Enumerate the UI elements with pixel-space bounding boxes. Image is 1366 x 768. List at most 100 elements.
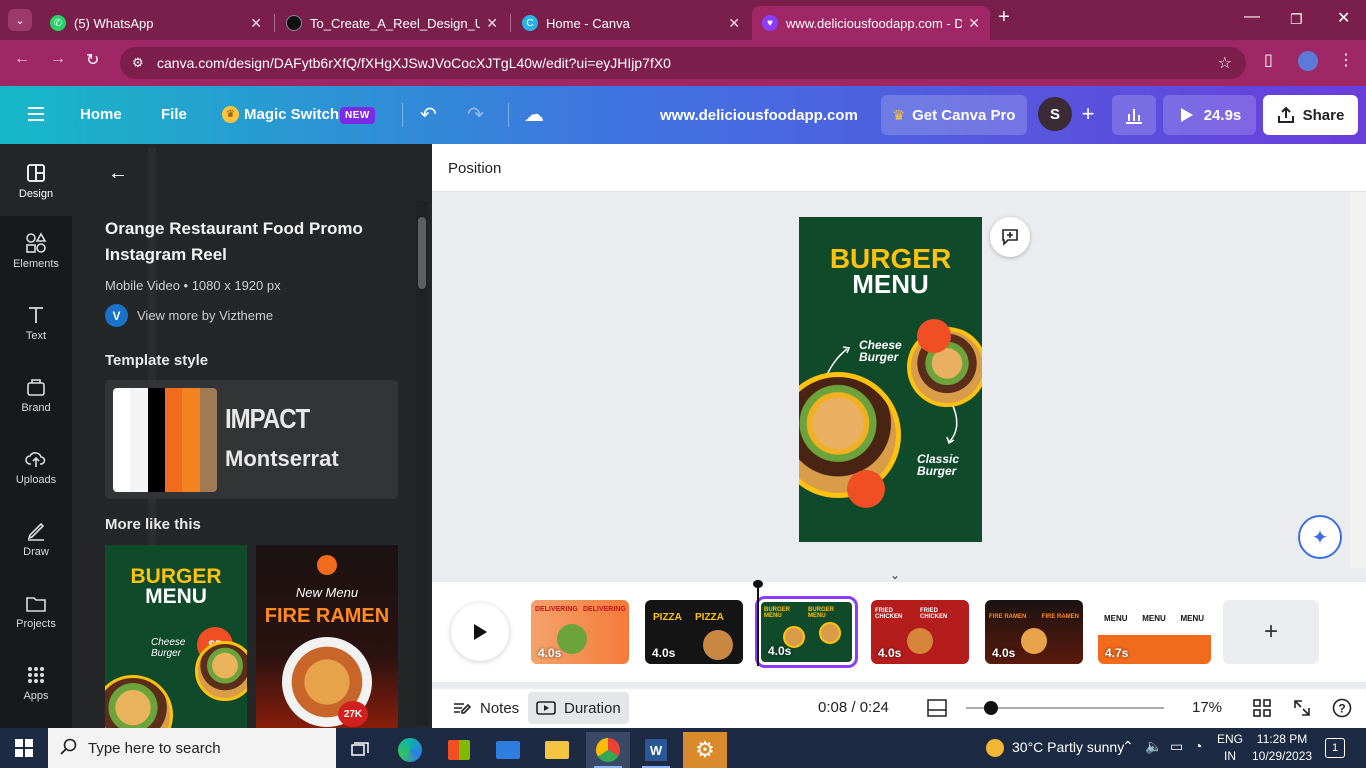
panel-scrollbar[interactable] (416, 201, 428, 725)
template-thumbnail-ramen[interactable]: New Menu FIRE RAMEN 27K (256, 545, 398, 729)
bookmark-star-icon[interactable]: ☆ (1218, 53, 1232, 73)
fullscreen-icon[interactable] (1293, 699, 1311, 717)
url-field[interactable]: ⚙ canva.com/design/DAFytb6rXfQ/fXHgXJSwJ… (120, 47, 1246, 79)
weather-widget[interactable]: 30°C Partly sunny (986, 739, 1124, 758)
help-icon[interactable]: ? (1332, 698, 1352, 718)
new-tab-button[interactable]: + (998, 6, 1010, 29)
back-icon[interactable]: ← (14, 50, 30, 68)
tab-github[interactable]: To_Create_A_Reel_Design_Usin ✕ (276, 6, 508, 40)
context-toolbar: Position (432, 144, 1366, 192)
tab-whatsapp[interactable]: ✆ (5) WhatsApp ✕ (40, 6, 272, 40)
playhead[interactable] (753, 580, 763, 666)
close-icon[interactable]: ✕ (968, 15, 980, 32)
share-button[interactable]: Share (1263, 95, 1358, 135)
page-view-icon[interactable] (927, 699, 947, 717)
settings-icon[interactable]: ⚙ (683, 732, 727, 768)
color-palette[interactable] (113, 388, 217, 492)
menu-icon[interactable] (28, 107, 44, 125)
notification-icon[interactable]: 1 (1325, 738, 1345, 758)
restore-icon[interactable]: ❐ (1290, 11, 1303, 28)
rail-item-apps[interactable]: Apps (0, 664, 72, 702)
timeline-clip-selected[interactable]: BURGER MENU BURGER MENU 4.0s (755, 596, 858, 668)
timeline-clip[interactable]: FRIED CHICKEN FRIED CHICKEN 4.0s (871, 600, 969, 664)
tab-canva-home[interactable]: C Home - Canva ✕ (512, 6, 750, 40)
design-canvas[interactable]: BURGER MENU Cheese Burger Classic Burger (799, 217, 982, 542)
profile-icon[interactable] (1298, 51, 1318, 71)
task-view-icon[interactable] (338, 732, 382, 768)
volume-icon[interactable]: 🔈 (1145, 738, 1162, 755)
redo-icon[interactable]: ↷ (467, 102, 484, 127)
rail-item-draw[interactable]: Draw (0, 520, 72, 558)
duration-button[interactable]: Duration (528, 692, 629, 724)
wifi-icon[interactable]: ◔ (1194, 738, 1202, 754)
store-icon[interactable] (437, 732, 481, 768)
rail-item-elements[interactable]: Elements (0, 232, 72, 270)
sidepanel-icon[interactable]: ▯ (1264, 50, 1273, 70)
avatar[interactable]: S (1038, 97, 1072, 131)
mail-icon[interactable] (486, 732, 530, 768)
zoom-slider-knob[interactable] (984, 701, 998, 715)
site-info-icon[interactable]: ⚙ (132, 55, 144, 71)
windows-start-icon[interactable] (15, 739, 33, 757)
reload-icon[interactable]: ↻ (86, 50, 99, 70)
magic-assistant-button[interactable]: ✦ (1298, 515, 1342, 559)
author-link[interactable]: View more by Viztheme (137, 308, 273, 323)
cloud-saved-icon[interactable]: ☁ (524, 102, 544, 127)
back-arrow-icon[interactable]: ← (108, 162, 128, 185)
clip-caption: PIZZA (653, 612, 682, 623)
word-icon[interactable]: W (634, 732, 678, 768)
orange-dot[interactable] (917, 319, 951, 353)
close-icon[interactable]: ✕ (728, 15, 740, 32)
close-icon[interactable]: ✕ (250, 15, 262, 32)
close-window-icon[interactable]: ✕ (1337, 8, 1350, 28)
add-collaborator-icon[interactable]: + (1072, 97, 1104, 131)
timeline-clip[interactable]: FIRE RAMEN FIRE RAMEN 4.0s (985, 600, 1083, 664)
rail-item-design[interactable]: Design (0, 144, 72, 216)
chevron-down-icon[interactable]: ⌄ (890, 568, 900, 582)
rail-item-brand[interactable]: Brand (0, 376, 72, 414)
insights-button[interactable] (1112, 95, 1156, 135)
network-icon[interactable]: ▭ (1170, 738, 1183, 755)
workspace-scrollbar-horizontal[interactable]: ⌄ (432, 568, 1350, 582)
minimize-icon[interactable]: — (1244, 8, 1260, 26)
play-presentation-button[interactable]: 24.9s (1163, 95, 1256, 135)
file-explorer-icon[interactable] (535, 732, 579, 768)
add-page-button[interactable]: + (1223, 600, 1319, 664)
undo-icon[interactable]: ↶ (420, 102, 437, 127)
grid-view-icon[interactable] (1253, 699, 1271, 717)
zoom-percentage[interactable]: 17% (1192, 699, 1222, 716)
rail-item-uploads[interactable]: Uploads (0, 448, 72, 486)
workspace-scrollbar-vertical[interactable] (1350, 192, 1366, 568)
rail-item-projects[interactable]: Projects (0, 592, 72, 630)
zoom-slider[interactable] (966, 701, 1164, 715)
magic-switch-button[interactable]: Magic Switch (244, 106, 339, 123)
forward-icon[interactable]: → (50, 50, 66, 68)
get-canva-pro-button[interactable]: ♛ Get Canva Pro (881, 95, 1027, 135)
taskbar-search[interactable]: Type here to search (48, 728, 336, 768)
orange-dot[interactable] (847, 470, 885, 508)
file-menu[interactable]: File (161, 106, 187, 123)
timeline-play-button[interactable] (451, 603, 509, 661)
timeline-clip[interactable]: DELIVERING DELIVERING 4.0s (531, 600, 629, 664)
add-comment-button[interactable] (990, 217, 1030, 257)
language-indicator[interactable]: ENG IN (1217, 731, 1243, 765)
svg-text:?: ? (1338, 702, 1345, 716)
clock[interactable]: 11:28 PM 10/29/2023 (1252, 731, 1312, 765)
tab-search-button[interactable]: ⌄ (8, 9, 32, 31)
rail-item-text[interactable]: Text (0, 304, 72, 342)
more-menu-icon[interactable]: ⋮ (1338, 50, 1354, 70)
chrome-icon[interactable] (586, 732, 630, 768)
chevron-up-icon[interactable]: ⌃ (1122, 738, 1134, 755)
home-button[interactable]: Home (80, 106, 122, 123)
template-style-card[interactable]: IMPACT Montserrat (105, 380, 398, 499)
tab-canva-design[interactable]: ♥ www.deliciousfoodapp.com - D ✕ (752, 6, 990, 40)
timeline-clip[interactable]: MENU MENU MENU 4.7s (1098, 600, 1211, 664)
template-thumbnail-burger[interactable]: BURGER MENU Cheese Burger $5 (105, 545, 247, 729)
document-title[interactable]: www.deliciousfoodapp.com (660, 107, 858, 124)
edge-icon[interactable] (388, 732, 432, 768)
close-icon[interactable]: ✕ (486, 15, 498, 32)
notes-button[interactable]: Notes (446, 692, 525, 724)
timeline-clip[interactable]: PIZZA PIZZA 4.0s (645, 600, 743, 664)
position-button[interactable]: Position (448, 160, 501, 177)
heading-font-sample: IMPACT (225, 403, 310, 435)
